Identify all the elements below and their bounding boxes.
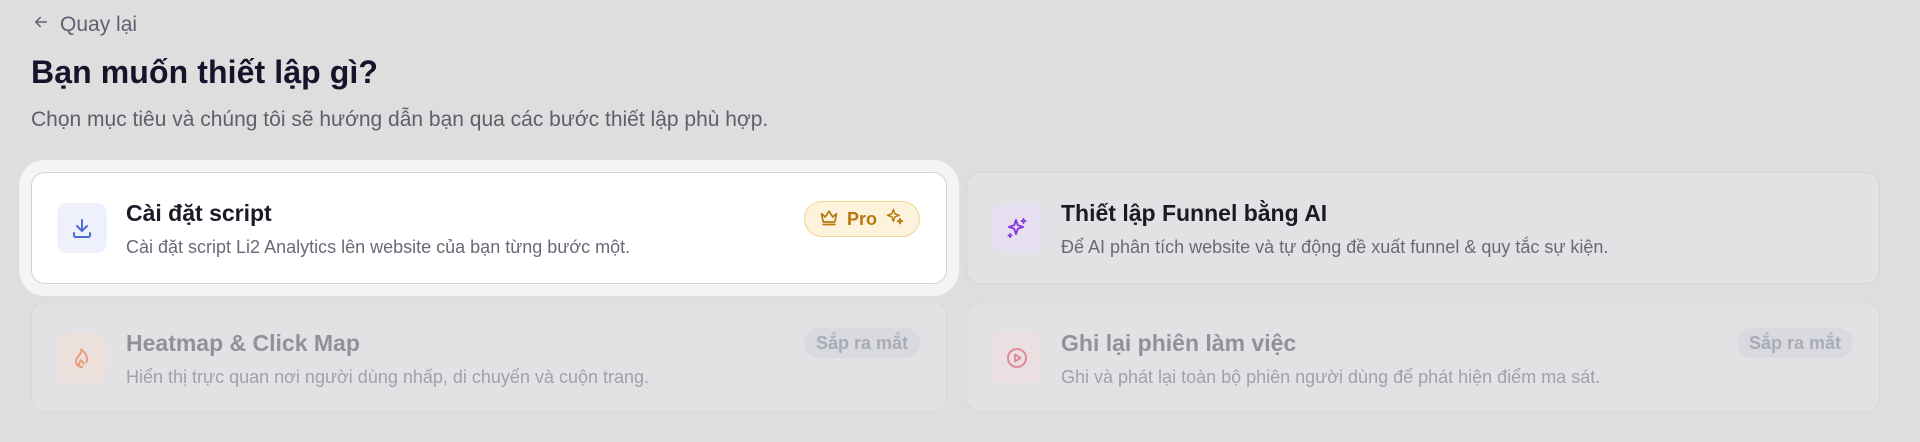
- option-card-install-script[interactable]: Cài đặt script Cài đặt script Li2 Analyt…: [31, 172, 947, 284]
- option-description: Cài đặt script Li2 Analytics lên website…: [126, 237, 631, 257]
- back-link[interactable]: Quay lại: [32, 12, 137, 38]
- option-title: Cài đặt script: [126, 200, 272, 226]
- arrow-left-icon: [32, 13, 50, 37]
- option-card-ai-funnel[interactable]: Thiết lập Funnel bằng AI Để AI phân tích…: [966, 172, 1880, 284]
- flame-icon: [57, 333, 107, 383]
- pro-badge-label: Pro: [846, 208, 877, 229]
- option-card-session-recording: Ghi lại phiên làm việc Ghi và phát lại t…: [966, 302, 1880, 412]
- play-circle-icon: [992, 333, 1042, 383]
- page-title: Bạn muốn thiết lập gì?: [31, 54, 379, 90]
- back-link-label: Quay lại: [60, 13, 138, 36]
- option-description: Ghi và phát lại toàn bộ phiên người dùng…: [1061, 367, 1601, 387]
- option-description: Hiển thị trực quan nơi người dùng nhấp, …: [126, 367, 650, 387]
- coming-soon-badge: Sắp ra mắt: [1736, 328, 1853, 358]
- option-title: Thiết lập Funnel bằng AI: [1061, 200, 1328, 226]
- pro-badge: Pro: [803, 201, 920, 237]
- option-title: Heatmap & Click Map: [126, 330, 360, 356]
- sparkle-icon: [885, 207, 905, 232]
- option-title: Ghi lại phiên làm việc: [1061, 330, 1297, 356]
- option-description: Để AI phân tích website và tự động đề xu…: [1061, 237, 1609, 257]
- setup-choice-page: Quay lại Bạn muốn thiết lập gì? Chọn mục…: [0, 0, 1920, 442]
- option-card-heatmap: Heatmap & Click Map Hiển thị trực quan n…: [31, 302, 947, 412]
- sparkles-icon: [992, 203, 1042, 253]
- crown-icon: [819, 207, 839, 232]
- download-icon: [57, 203, 107, 253]
- coming-soon-badge: Sắp ra mắt: [803, 328, 920, 358]
- page-subtitle: Chọn mục tiêu và chúng tôi sẽ hướng dẫn …: [31, 108, 769, 131]
